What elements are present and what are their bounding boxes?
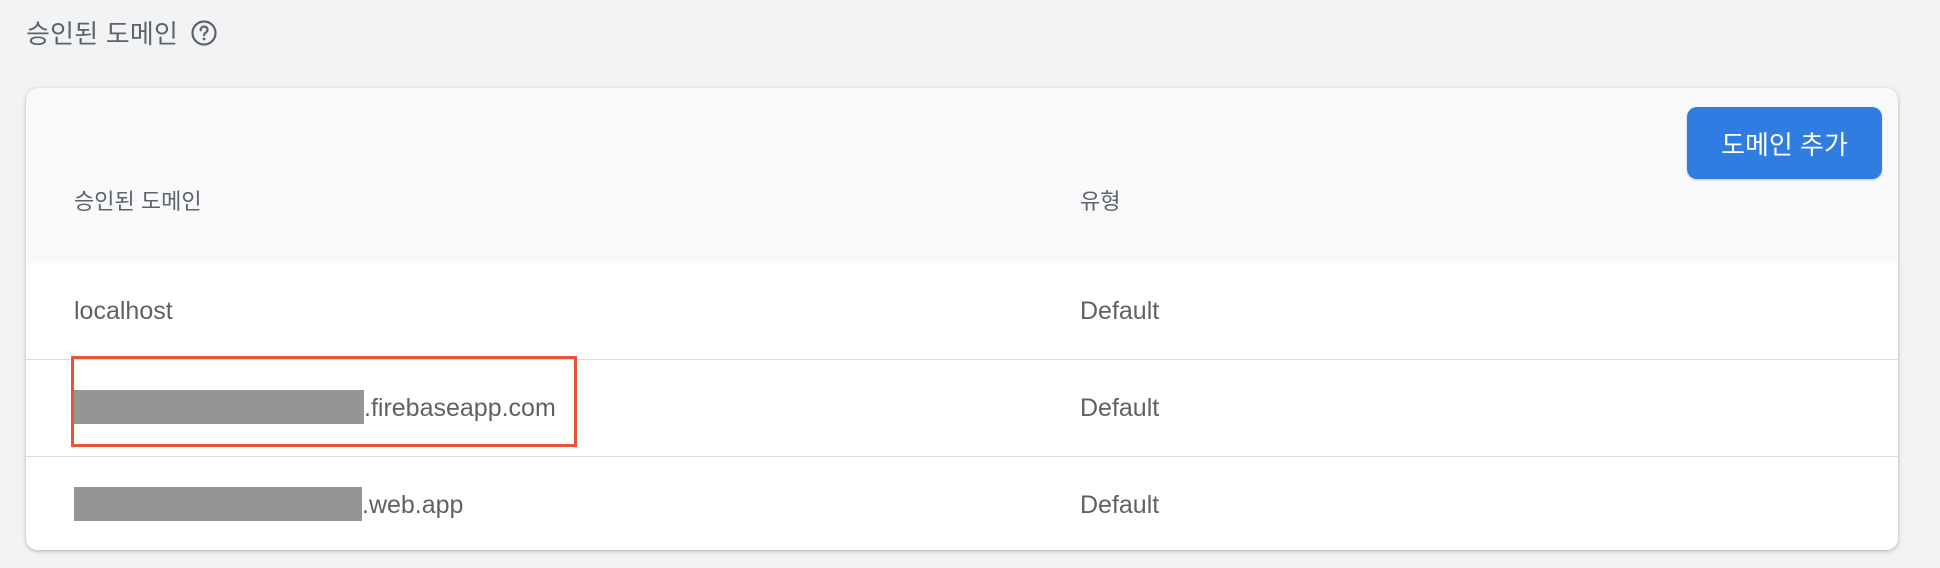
section-title: 승인된 도메인: [26, 19, 179, 49]
domain-text: .firebaseapp.com: [364, 394, 556, 422]
domain-cell: .firebaseapp.com: [74, 360, 556, 456]
table-row[interactable]: localhost Default: [26, 263, 1898, 360]
section-header: 승인된 도메인: [26, 14, 218, 51]
domain-text: localhost: [74, 297, 173, 325]
type-cell: Default: [1080, 394, 1160, 422]
domain-cell: .web.app: [74, 457, 463, 550]
column-header-domain: 승인된 도메인: [74, 189, 202, 214]
domain-cell: localhost: [74, 263, 173, 359]
type-cell: Default: [1080, 491, 1160, 519]
domain-text: .web.app: [362, 491, 464, 519]
column-header-type: 유형: [1080, 189, 1121, 214]
redaction-block: [74, 487, 362, 522]
table-row[interactable]: .firebaseapp.com Default: [26, 360, 1898, 457]
add-domain-button[interactable]: 도메인 추가: [1687, 107, 1882, 179]
authorized-domains-card: 도메인 추가 승인된 도메인 유형 localhost Default .fir…: [26, 88, 1898, 550]
redaction-block: [74, 390, 364, 425]
help-circle-icon[interactable]: [190, 19, 218, 47]
domains-table-body: localhost Default .firebaseapp.com Defau…: [26, 263, 1898, 550]
type-cell: Default: [1080, 297, 1160, 325]
table-row[interactable]: .web.app Default: [26, 457, 1898, 550]
